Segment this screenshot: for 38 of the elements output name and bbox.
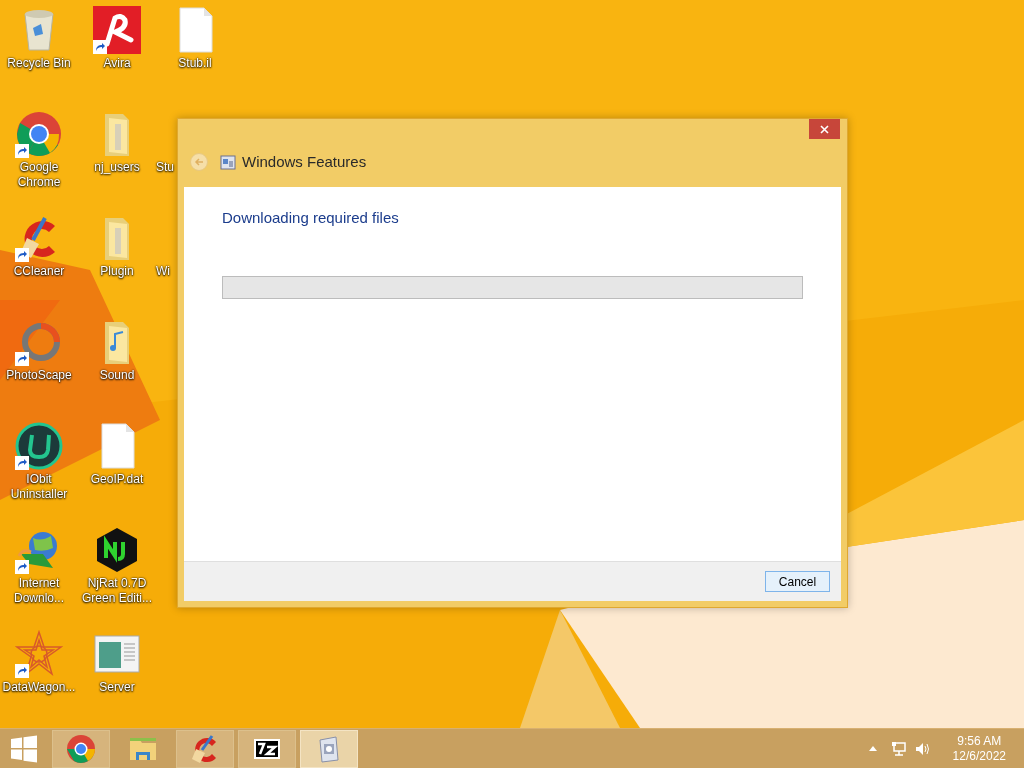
network-icon[interactable] — [890, 740, 907, 757]
shortcut-arrow-icon — [15, 248, 29, 262]
desktop-icon-label[interactable]: GeoIP.dat — [90, 472, 144, 487]
desktop-icon-label[interactable]: Google Chrome — [0, 160, 78, 190]
desktop-icon-label[interactable]: IObit Uninstaller — [0, 472, 78, 502]
desktop-icon-label[interactable]: Recycle Bin — [7, 56, 71, 71]
shortcut-arrow-icon — [15, 560, 29, 574]
close-icon — [820, 124, 829, 134]
chrome-icon — [66, 733, 96, 764]
shortcut-arrow-icon — [15, 144, 29, 158]
desktop-icon-label[interactable]: Plugin — [100, 264, 134, 279]
shortcut-arrow-icon — [15, 352, 29, 366]
shortcut-arrow-icon — [15, 456, 29, 470]
desktop-icon-label[interactable]: DataWagon... — [2, 680, 76, 695]
desktop-icon-label[interactable]: Sound — [99, 368, 135, 383]
back-button[interactable] — [190, 153, 208, 171]
desktop-icon-label[interactable]: Internet Downlo... — [0, 576, 78, 606]
features-icon — [220, 154, 236, 170]
windows-logo-icon — [10, 734, 38, 763]
desktop-icon-label[interactable]: Server — [99, 680, 135, 695]
show-hidden-icons-icon[interactable] — [868, 746, 877, 751]
back-arrow-icon — [194, 157, 204, 167]
desktop-icon-label[interactable]: nj_users — [94, 160, 140, 175]
desktop-icon-label[interactable]: CCleaner — [13, 264, 65, 279]
dialog-heading: Downloading required files — [222, 208, 400, 228]
desktop-icon-label[interactable]: NjRat 0.7D Green Editi... — [78, 576, 156, 606]
desktop-icon-label[interactable]: Wi — [156, 264, 170, 279]
desktop-icon-label[interactable]: Stub.il — [178, 56, 212, 71]
window-title: Windows Features — [242, 151, 367, 172]
taskbar-button[interactable] — [238, 729, 296, 768]
shortcut-arrow-icon — [93, 40, 107, 54]
desktop-icon-label[interactable]: Stu — [156, 160, 174, 175]
desktop-icon-label[interactable]: PhotoScape — [6, 368, 72, 383]
shortcut-arrow-icon — [15, 664, 29, 678]
clock[interactable]: 9:56 AM 12/6/2022 — [952, 733, 1006, 764]
cancel-button[interactable]: Cancel — [765, 571, 830, 592]
desktop-icon-label[interactable]: Avira — [103, 56, 131, 71]
close-button[interactable] — [809, 119, 840, 139]
